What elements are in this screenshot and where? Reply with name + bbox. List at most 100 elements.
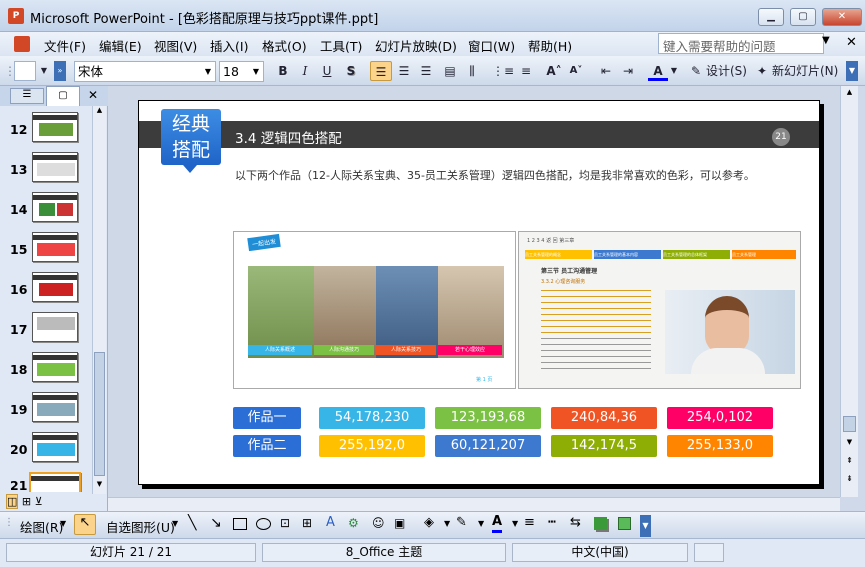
toolbar-options-icon[interactable]: ▼	[846, 61, 858, 81]
toolbar-grip-icon[interactable]: ⋮	[4, 517, 14, 528]
maximize-button[interactable]: ▢	[790, 8, 816, 26]
dash-style-icon[interactable]: ┅	[548, 515, 556, 530]
slideshow-view-icon[interactable]: ⊻	[35, 495, 43, 508]
align-left-icon[interactable]: ☰	[370, 61, 392, 81]
align-right-icon[interactable]: ☰	[416, 61, 436, 81]
thumbnails-scrollbar[interactable]: ▲ ▼	[92, 106, 106, 494]
menu-help[interactable]: 帮助(H)	[528, 36, 572, 55]
line-color-icon[interactable]: ✎	[456, 515, 467, 530]
design-button[interactable]: 设计(S)	[706, 61, 750, 81]
slide-thumb-16[interactable]: 16	[0, 270, 92, 310]
line-style-icon[interactable]: ≡	[524, 515, 535, 530]
toolbar-options-icon[interactable]: ▼	[640, 515, 651, 537]
slide-thumb-12[interactable]: 12	[0, 110, 92, 150]
shadow-button[interactable]: S	[342, 61, 360, 81]
chevron-down-icon[interactable]: ▼	[38, 61, 50, 81]
document-icon[interactable]	[14, 36, 30, 52]
scroll-thumb[interactable]	[843, 416, 856, 432]
slide-thumb-20[interactable]: 20	[0, 430, 92, 470]
clipart-icon[interactable]: ☺	[372, 516, 385, 530]
scroll-down-icon[interactable]: ▼	[93, 480, 106, 492]
diagram-icon[interactable]: ⚙	[348, 516, 359, 530]
slide-thumb-21[interactable]: 21	[0, 470, 92, 492]
normal-view-icon[interactable]: ◫	[6, 494, 19, 509]
toolbar-options-icon[interactable]: »	[54, 61, 66, 81]
arrow-style-icon[interactable]: ⇆	[570, 515, 581, 530]
slide-thumb-17[interactable]: 17	[0, 310, 92, 350]
chevron-down-icon[interactable]: ▼	[512, 519, 518, 528]
menu-tools[interactable]: 工具(T)	[320, 36, 362, 55]
slide-thumb-13[interactable]: 13	[0, 150, 92, 190]
draw-menu-button[interactable]: 绘图(R)	[20, 517, 63, 536]
wordart-icon[interactable]: A	[326, 515, 335, 530]
shrink-font-icon[interactable]: A˅	[566, 61, 586, 81]
distribute-icon[interactable]: ⫼	[462, 61, 482, 81]
font-color-icon[interactable]: A	[648, 61, 668, 81]
shadow-style-icon[interactable]	[594, 517, 607, 530]
vertical-textbox-icon[interactable]: ⊞	[302, 516, 312, 530]
horizontal-scrollbar[interactable]	[108, 497, 840, 511]
menu-insert[interactable]: 插入(I)	[210, 36, 248, 55]
slide-thumb-19[interactable]: 19	[0, 390, 92, 430]
menu-edit[interactable]: 编辑(E)	[99, 36, 142, 55]
font-size-combo[interactable]: 18 ▼	[219, 61, 264, 82]
font-color-icon[interactable]: A	[492, 514, 503, 533]
select-objects-icon[interactable]: ↖	[74, 514, 96, 535]
new-slide-button[interactable]: 新幻灯片(N)	[772, 61, 842, 81]
chevron-down-icon[interactable]: ▼	[822, 35, 830, 46]
chevron-down-icon[interactable]: ▼	[60, 519, 66, 528]
slide-thumb-14[interactable]: 14	[0, 190, 92, 230]
sorter-view-icon[interactable]: ⊞	[22, 495, 31, 508]
increase-indent-icon[interactable]: ⇥	[618, 61, 638, 81]
design-icon[interactable]: ✎	[688, 61, 704, 81]
3d-style-icon[interactable]	[618, 517, 631, 530]
picture-icon[interactable]: ▣	[394, 516, 405, 530]
italic-button[interactable]: I	[296, 61, 314, 81]
menu-format[interactable]: 格式(O)	[262, 36, 307, 55]
outline-tab-icon[interactable]: ☰	[10, 88, 44, 104]
slide-scrollbar[interactable]: ▲ ▼ ⇞ ⇟	[840, 86, 858, 497]
menu-file[interactable]: 文件(F)	[44, 36, 86, 55]
minimize-button[interactable]: ▁	[758, 8, 784, 26]
scroll-up-icon[interactable]: ▲	[843, 88, 856, 100]
chevron-down-icon[interactable]: ▼	[444, 519, 450, 528]
slides-tab-icon[interactable]: ▢	[46, 86, 80, 106]
autoshapes-menu-button[interactable]: 自选图形(U)	[106, 517, 175, 536]
fill-color-icon[interactable]: ◈	[424, 515, 434, 530]
close-button[interactable]: ✕	[822, 8, 862, 26]
chevron-down-icon[interactable]: ▼	[668, 61, 680, 81]
chevron-down-icon[interactable]: ▼	[172, 519, 178, 528]
arrow-icon[interactable]: ↘	[210, 515, 222, 531]
numbering-icon[interactable]: ⋮≡	[492, 61, 514, 81]
line-icon[interactable]: ╲	[188, 515, 196, 531]
document-close-icon[interactable]: ✕	[846, 35, 857, 50]
scroll-up-icon[interactable]: ▲	[93, 106, 106, 118]
toolbar-grip-icon[interactable]: ⋮	[4, 61, 16, 81]
powerpoint-icon[interactable]: P	[8, 8, 24, 24]
menu-window[interactable]: 窗口(W)	[468, 36, 515, 55]
scroll-down-icon[interactable]: ▼	[843, 438, 856, 450]
chevron-down-icon[interactable]: ▼	[478, 519, 484, 528]
next-slide-icon[interactable]: ⇟	[843, 474, 856, 488]
new-slide-icon[interactable]: ✦	[754, 61, 770, 81]
textbox-icon[interactable]: ⊡	[280, 516, 290, 530]
font-combo[interactable]: 宋体 ▼	[74, 61, 216, 82]
help-search-input[interactable]: 键入需要帮助的问题	[658, 33, 824, 54]
underline-button[interactable]: U	[318, 61, 336, 81]
chevron-down-icon[interactable]: ▼	[250, 63, 262, 80]
previous-slide-icon[interactable]: ⇞	[843, 456, 856, 470]
bold-button[interactable]: B	[274, 61, 292, 81]
align-center-icon[interactable]: ☰	[394, 61, 414, 81]
chevron-down-icon[interactable]: ▼	[202, 63, 214, 80]
grow-font-icon[interactable]: A˄	[544, 61, 564, 81]
close-pane-icon[interactable]: ✕	[88, 88, 98, 102]
decrease-indent-icon[interactable]: ⇤	[596, 61, 616, 81]
slide-thumb-18[interactable]: 18	[0, 350, 92, 390]
slide-canvas[interactable]: 经典 搭配 3.4 逻辑四色搭配 21 以下两个作品（12-人际关系宝典、35-…	[138, 100, 820, 485]
bullets-icon[interactable]: ≡	[516, 61, 536, 81]
new-document-icon[interactable]	[14, 61, 36, 81]
slide-thumb-15[interactable]: 15	[0, 230, 92, 270]
justify-icon[interactable]: ▤	[440, 61, 460, 81]
menu-slideshow[interactable]: 幻灯片放映(D)	[375, 36, 457, 55]
rectangle-icon[interactable]	[233, 518, 247, 530]
